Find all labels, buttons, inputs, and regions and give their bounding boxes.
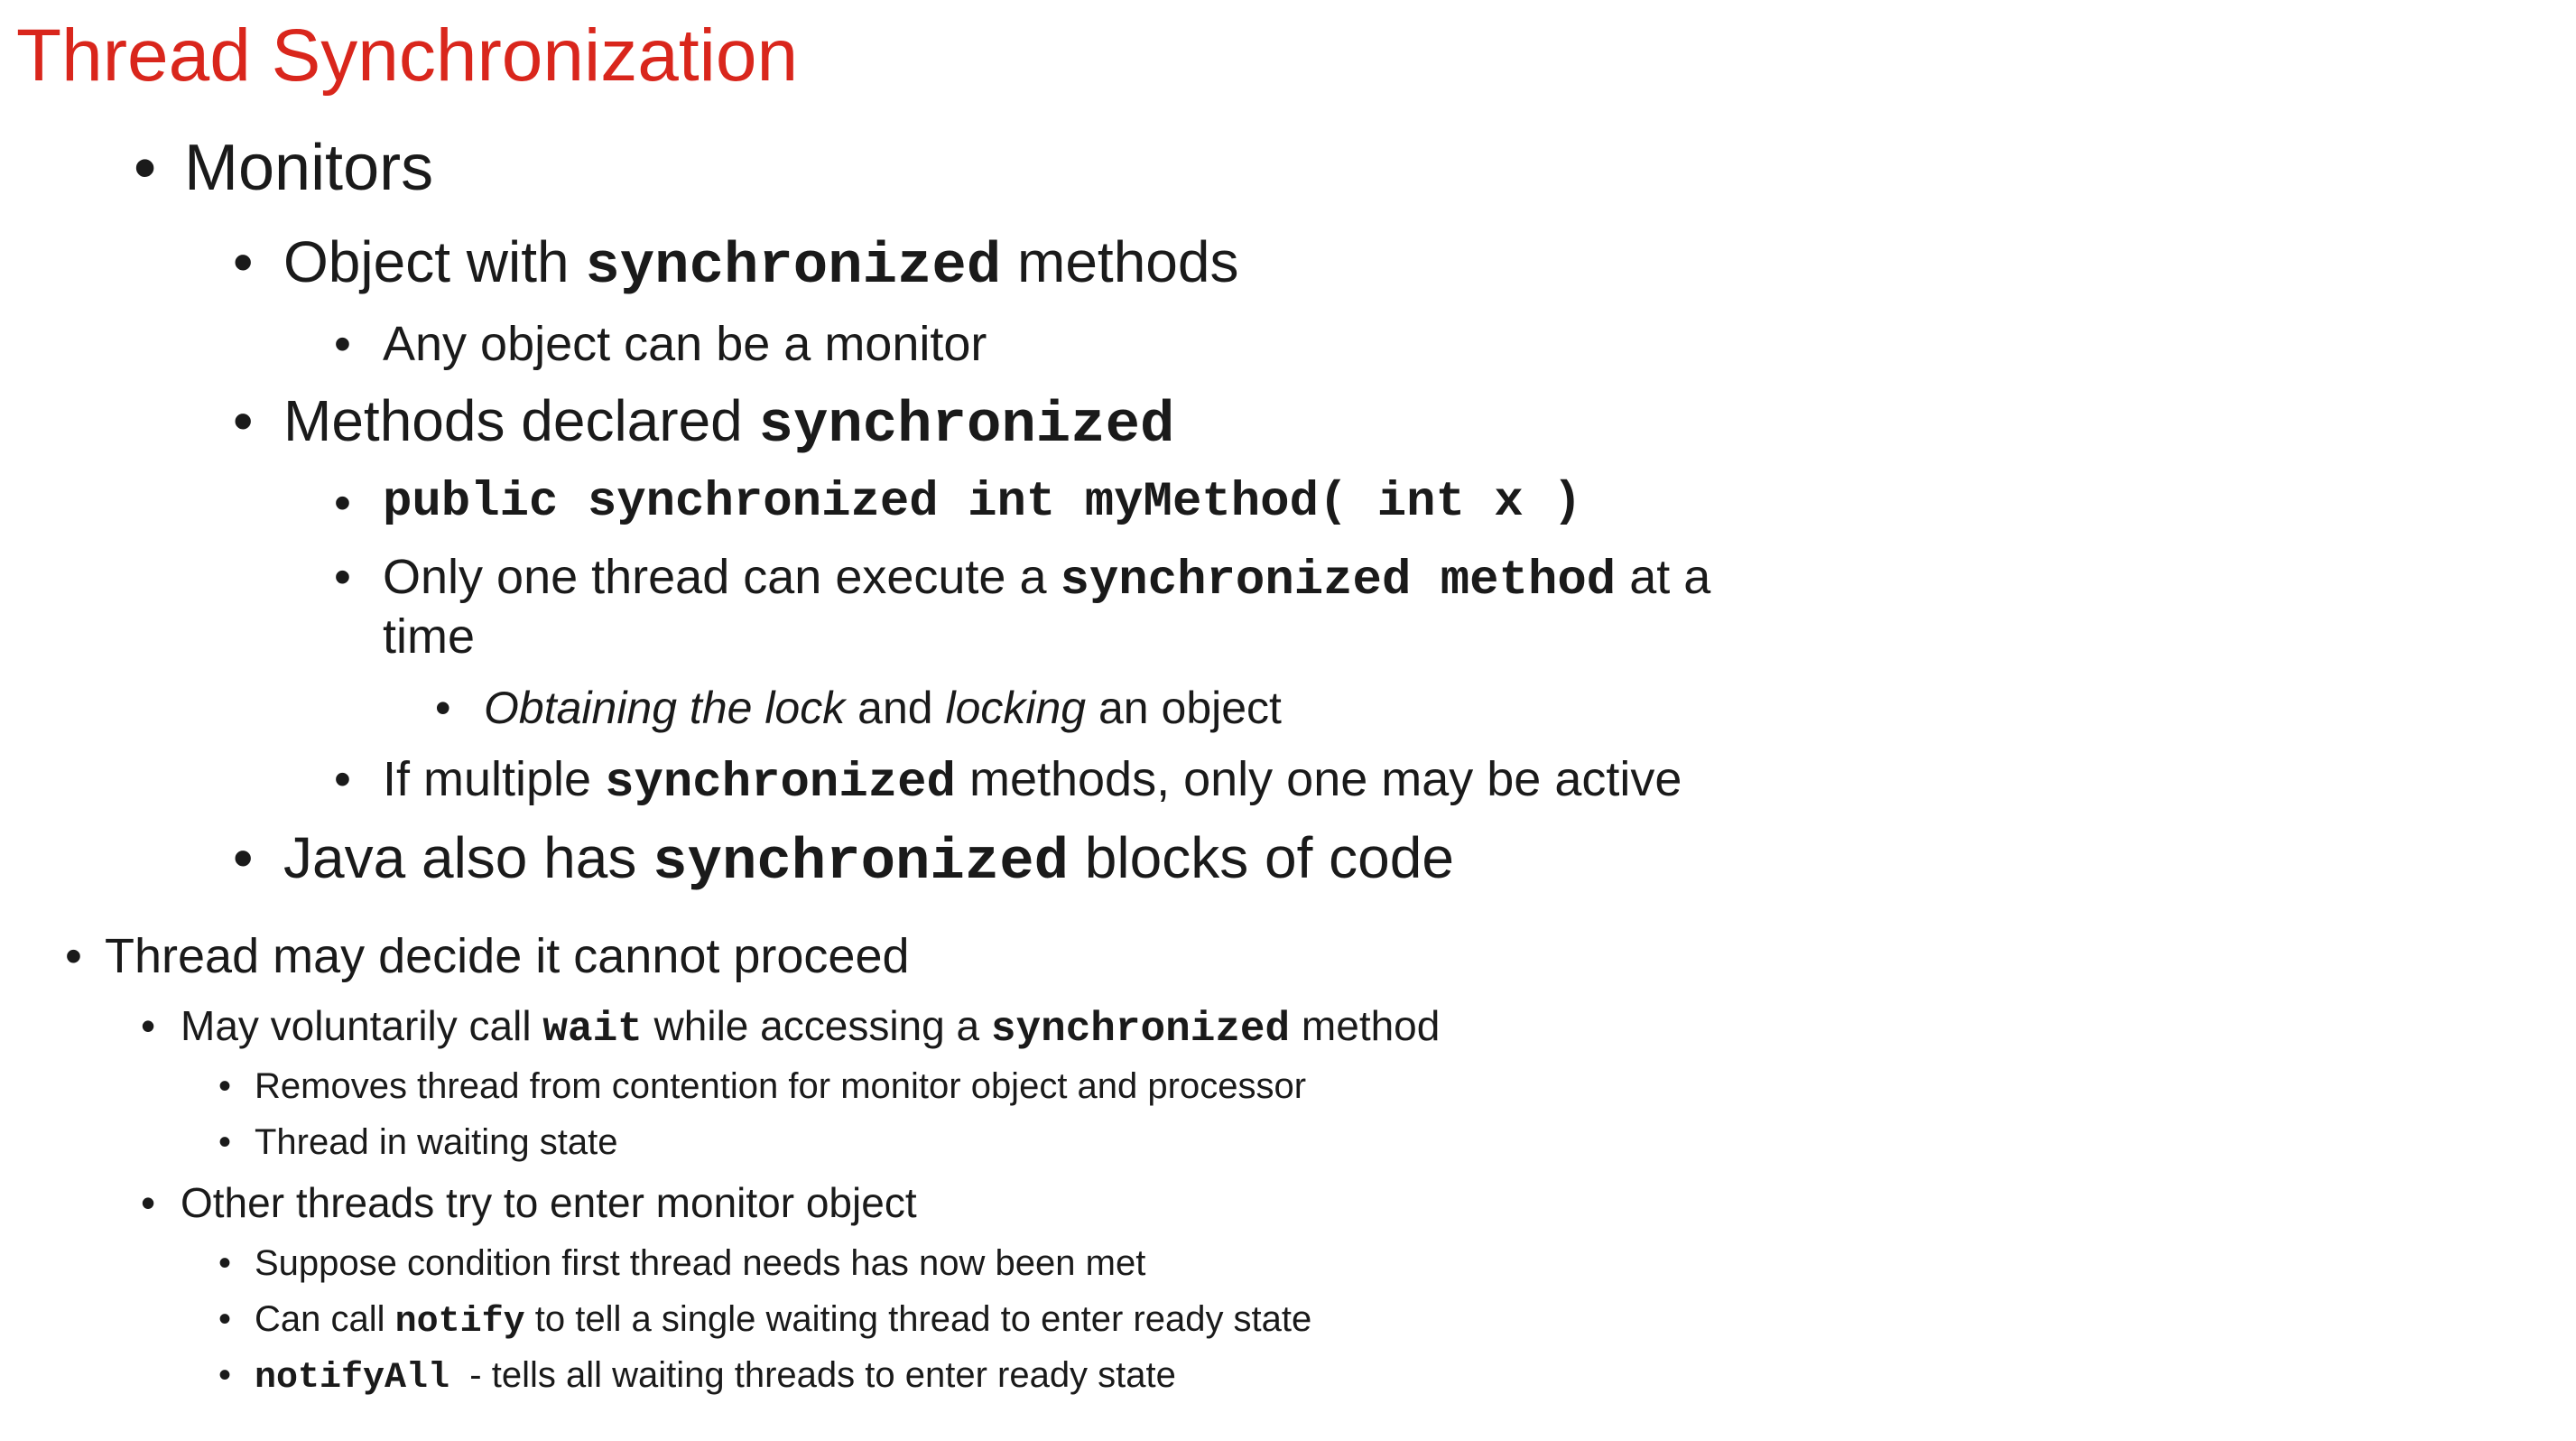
text-segment: method bbox=[1290, 1002, 1441, 1049]
object-with-line: Object with synchronized methods bbox=[283, 228, 1238, 302]
only-one-line: Only one thread can execute a synchroniz… bbox=[383, 547, 1710, 611]
text-segment: Can call bbox=[255, 1299, 395, 1339]
text-segment: Java also has bbox=[283, 825, 653, 890]
bullet-marker: • bbox=[65, 929, 82, 983]
text-segment: blocks of code bbox=[1069, 825, 1454, 890]
bullet-marker: • bbox=[218, 1299, 232, 1339]
bullet-marker: • bbox=[334, 317, 351, 371]
waiting-state-line: Thread in waiting state bbox=[255, 1122, 618, 1162]
bullet-marker: • bbox=[233, 229, 254, 294]
cannot-proceed-heading: Thread may decide it cannot proceed bbox=[105, 929, 910, 983]
obtaining-line: Obtaining the lock and locking an object bbox=[484, 681, 1282, 735]
text-segment: Methods declared bbox=[283, 388, 759, 453]
text-segment: and bbox=[845, 683, 946, 733]
text-segment: Object with bbox=[283, 229, 586, 294]
code-synchronized: synchronized bbox=[605, 756, 956, 811]
code-synchronized: synchronized bbox=[585, 235, 1002, 300]
text-segment: If multiple bbox=[383, 752, 606, 806]
notify-all-line: notifyAll - tells all waiting threads to… bbox=[255, 1353, 1176, 1401]
slide: Thread Synchronization • Monitors • Obje… bbox=[0, 0, 2576, 1441]
suppose-line: Suppose condition first thread needs has… bbox=[255, 1243, 1146, 1283]
text-segment: methods, only one may be active bbox=[955, 752, 1682, 806]
bullet-marker: • bbox=[218, 1243, 232, 1283]
bullet-marker: • bbox=[334, 550, 351, 604]
may-wait-line: May voluntarily call wait while accessin… bbox=[181, 1000, 1440, 1055]
slide-title: Thread Synchronization bbox=[16, 14, 799, 97]
removes-line: Removes thread from contention for monit… bbox=[255, 1066, 1307, 1106]
method-signature-code: public synchronized int myMethod( int x … bbox=[383, 475, 1582, 530]
bullet-marker: • bbox=[141, 1179, 156, 1226]
text-segment: while accessing a bbox=[642, 1002, 991, 1049]
code-synchronized: synchronized bbox=[990, 1006, 1291, 1053]
bullet-marker: • bbox=[141, 1002, 156, 1049]
methods-declared-line: Methods declared synchronized bbox=[283, 386, 1174, 460]
bullet-marker: • bbox=[435, 683, 451, 733]
can-call-line: Can call notify to tell a single waiting… bbox=[255, 1297, 1311, 1345]
code-notify: notify bbox=[394, 1302, 525, 1343]
other-threads-line: Other threads try to enter monitor objec… bbox=[181, 1179, 917, 1226]
code-wait: wait bbox=[542, 1006, 643, 1053]
bullet-marker: • bbox=[233, 825, 254, 890]
italic-segment: locking bbox=[945, 683, 1087, 733]
bullet-marker: • bbox=[233, 388, 254, 453]
code-synchronized: synchronized bbox=[653, 831, 1069, 896]
text-segment: an object bbox=[1086, 683, 1282, 733]
text-segment: - tells all waiting threads to enter rea… bbox=[449, 1355, 1176, 1395]
if-multiple-line: If multiple synchronized methods, only o… bbox=[383, 749, 1682, 813]
bullet-marker: • bbox=[334, 752, 351, 806]
bullet-marker: • bbox=[218, 1122, 232, 1162]
bullet-marker: • bbox=[134, 132, 157, 204]
only-one-wrap: time bbox=[383, 609, 476, 664]
code-synchronized-method: synchronized method bbox=[1060, 553, 1617, 609]
text-segment: at a bbox=[1616, 550, 1711, 604]
bullet-marker: • bbox=[334, 476, 351, 530]
text-segment: to tell a single waiting thread to enter… bbox=[524, 1299, 1312, 1339]
text-segment: May voluntarily call bbox=[181, 1002, 543, 1049]
bullet-marker: • bbox=[218, 1355, 232, 1395]
text-segment: Only one thread can execute a bbox=[383, 550, 1061, 604]
italic-segment: Obtaining the lock bbox=[484, 683, 846, 733]
code-synchronized: synchronized bbox=[758, 394, 1175, 459]
code-notifyall: notifyAll bbox=[255, 1358, 450, 1399]
bullet-marker: • bbox=[218, 1066, 232, 1106]
any-object-line: Any object can be a monitor bbox=[383, 317, 987, 371]
text-segment: methods bbox=[1001, 229, 1239, 294]
monitors-heading: Monitors bbox=[184, 132, 434, 204]
java-blocks-line: Java also has synchronized blocks of cod… bbox=[283, 823, 1454, 897]
